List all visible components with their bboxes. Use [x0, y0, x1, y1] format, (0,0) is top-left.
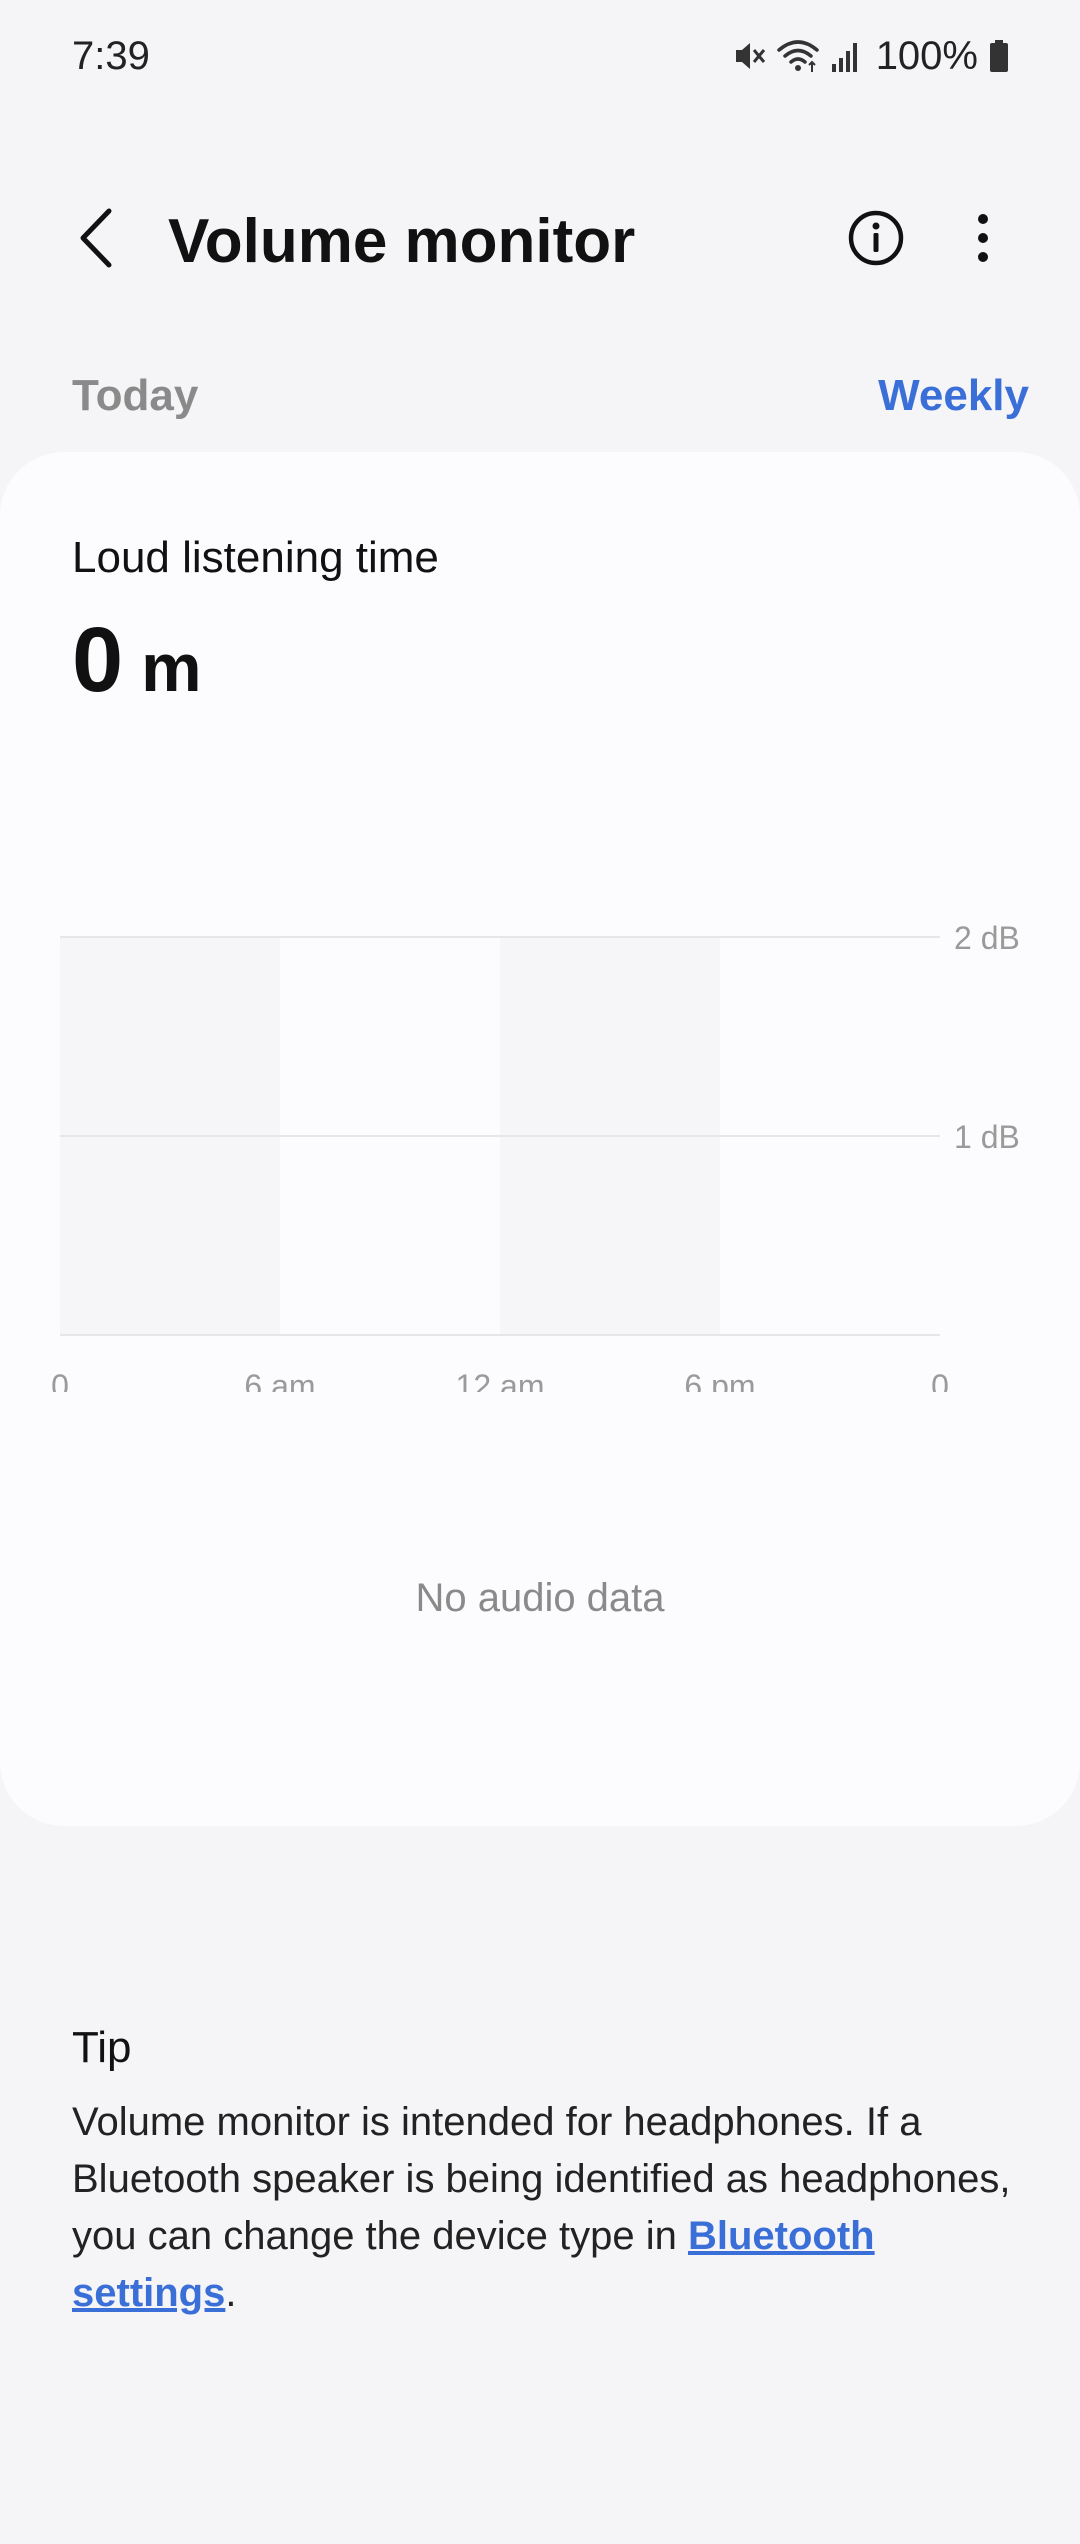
app-header: Volume monitor [0, 180, 1080, 300]
back-arrow-icon [75, 207, 115, 274]
x-tick-label: 6 am [244, 1368, 315, 1392]
status-icons: 100% [732, 32, 1010, 80]
tip-body-end: . [225, 2271, 237, 2315]
tip-title: Tip [72, 2023, 132, 2072]
chart-svg: 2 dB 1 dB 0 6 am 12 am 6 pm 0 [51, 920, 1020, 1392]
page-title: Volume monitor [168, 207, 636, 276]
period-tabs: Today Weekly [0, 360, 1080, 430]
no-audio-data-message: No audio data [415, 1576, 665, 1620]
battery-icon [988, 38, 1010, 74]
signal-icon [830, 38, 862, 74]
loud-listening-value: 0m [72, 610, 202, 737]
more-options-icon [976, 212, 990, 269]
status-time: 7:39 [72, 34, 150, 78]
y-tick-label: 1 dB [954, 1119, 1020, 1155]
volume-chart: 2 dB 1 dB 0 6 am 12 am 6 pm 0 [0, 852, 1080, 1392]
loud-listening-card: Loud listening time 0m 2 dB 1 dB 0 6 am 12 a… [0, 452, 1080, 1826]
value-number: 0 [72, 609, 124, 711]
battery-percent: 100% [875, 34, 978, 78]
tip-section: Tip Volume monitor is intended for headp… [72, 2020, 1022, 2322]
mute-icon [732, 38, 766, 74]
info-icon [847, 209, 905, 272]
wifi-icon [776, 38, 820, 74]
x-tick-label: 0 [931, 1368, 949, 1392]
back-button[interactable] [60, 204, 130, 276]
x-tick-label: 0 [51, 1368, 69, 1392]
tab-weekly[interactable]: Weekly [878, 368, 1029, 424]
value-unit: m [141, 630, 202, 706]
y-tick-label: 2 dB [954, 920, 1020, 956]
card-label: Loud listening time [72, 533, 439, 582]
x-tick-label: 12 am [456, 1368, 545, 1392]
status-bar: 7:39 100% [0, 0, 1080, 112]
more-options-button[interactable] [956, 206, 1010, 274]
tab-today[interactable]: Today [72, 368, 198, 424]
x-tick-label: 6 pm [684, 1368, 755, 1392]
info-button[interactable] [842, 206, 910, 274]
tip-body: Volume monitor is intended for headphone… [72, 2094, 1022, 2322]
